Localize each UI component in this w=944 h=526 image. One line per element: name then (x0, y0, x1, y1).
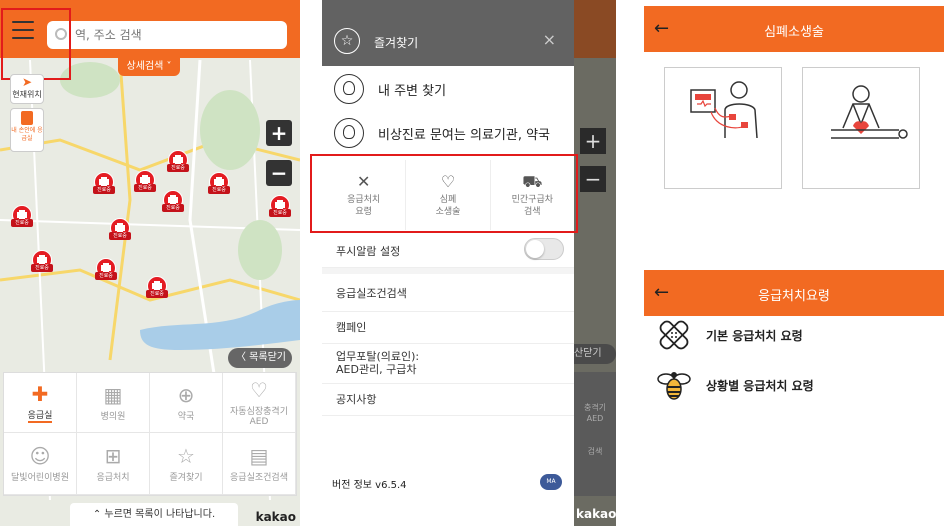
er-marker[interactable]: 진료중 (146, 276, 168, 298)
phone-icon (21, 111, 33, 125)
grid-item-pharmacy[interactable]: ⊕ 약국 (150, 373, 223, 433)
zoom-in-button[interactable]: + (266, 120, 292, 146)
person-pin-icon (334, 74, 364, 104)
category-grid-dimmed: 충격기 AED 검색 (574, 372, 616, 496)
zoom-out-button[interactable]: − (266, 160, 292, 186)
close-list-button[interactable]: 〈 목록닫기 (228, 348, 292, 368)
grid-label: 병의원 (100, 412, 126, 422)
side-drawer: ☆ 즐겨찾기 × 내 주변 찾기 비상진료 문여는 의료기관, 약국 ✕ 응급처치… (322, 0, 574, 526)
grid-item-firstaid[interactable]: ⊞ 응급처치 (77, 433, 150, 495)
firstaid-situational-label: 상황별 응급처치 요령 (706, 378, 814, 393)
menu-notice[interactable]: 공지사항 (322, 384, 574, 416)
grid-label: 자동심장충격기 AED (230, 407, 288, 427)
er-marker[interactable]: 진료중 (11, 205, 33, 227)
highlight-box (310, 154, 578, 233)
cpr-card-compression[interactable] (802, 67, 920, 189)
detail-search-tab[interactable]: 상세검색 ˅ (118, 58, 180, 76)
grid-item-moon-hospital[interactable]: ☺ 달빛어린이병원 (4, 433, 77, 495)
divider (322, 268, 574, 274)
detail-search-label: 상세검색 (126, 61, 164, 72)
grid-label: 응급실 (27, 408, 53, 423)
firstaid-kit-icon: ⊞ (104, 444, 122, 468)
person-pin-icon (334, 118, 364, 148)
chest-compression-icon (831, 85, 908, 139)
location-arrow-icon: ➤ (21, 75, 33, 89)
grid-item-hospital[interactable]: ▦ 병의원 (77, 373, 150, 433)
drawer-screen: + − 산닫기 충격기 AED 검색 kakao ☆ 즐겨찾기 × 내 주변 찾… (322, 0, 616, 526)
menu-portal[interactable]: 업무포탈(의료인): AED관리, 구급차 (322, 344, 574, 384)
er-marker[interactable]: 진료중 (167, 150, 189, 172)
kakao-logo: kakao (576, 507, 616, 521)
grid-label: 약국 (177, 412, 195, 422)
current-location-label: 현재위치 (12, 90, 42, 99)
push-label: 푸시알람 설정 (336, 245, 401, 258)
pharmacy-icon: ⊕ (177, 383, 195, 407)
firstaid-header: ← 응급처치요령 (644, 270, 944, 316)
screenshot-root: 상세검색 ˅ ➤ 현재위치 내 손안에 응급실 + − 진료중 진료중 진료중 … (0, 0, 944, 526)
cpr-header: ← 심폐소생술 (644, 6, 944, 52)
search-input[interactable] (75, 25, 275, 45)
drawer-item-label: 내 주변 찾기 (378, 83, 447, 99)
grid-item-aed[interactable]: ♡ 자동심장충격기 AED (223, 373, 296, 433)
cpr-title: 심폐소생술 (764, 25, 824, 40)
cpr-and-firstaid-screens: ← 심폐소생술 ← 응급처치요령 기본 응급처치 요령 상황별 응급처치 요령 (644, 0, 944, 526)
cpr-card-aed[interactable] (664, 67, 782, 189)
er-marker[interactable]: 진료중 (134, 170, 156, 192)
ma-badge-icon: MA (540, 474, 562, 490)
hand-er-label: 내 손안에 응급실 (11, 127, 43, 142)
current-location-button[interactable]: ➤ 현재위치 (10, 74, 44, 104)
er-marker[interactable]: 진료중 (269, 195, 291, 217)
hand-er-button[interactable]: 내 손안에 응급실 (10, 108, 44, 152)
zoom-in-button: + (580, 128, 606, 154)
map-screen: 상세검색 ˅ ➤ 현재위치 내 손안에 응급실 + − 진료중 진료중 진료중 … (0, 0, 300, 526)
grid-item-er[interactable]: ✚ 응급실 (4, 373, 77, 433)
grid-label: 달빛어린이병원 (11, 473, 69, 483)
zoom-out-button: − (580, 166, 606, 192)
star-icon: ☆ (177, 444, 195, 468)
firstaid-basic[interactable]: 기본 응급처치 요령 (656, 317, 936, 353)
er-marker[interactable]: 진료중 (109, 218, 131, 240)
category-grid: ✚ 응급실 ▦ 병의원 ⊕ 약국 ♡ 자동심장충격기 AED ☺ 달빛어린이병원 ⊞ 응급처… (3, 372, 297, 496)
list-toggle-hint[interactable]: ⌃ 누르면 목록이 나타납니다. (70, 503, 238, 526)
bandage-icon (659, 320, 689, 350)
grid-label: 응급실조건검색 (230, 473, 288, 483)
version-info: 버전 정보 v6.5.4 (332, 480, 407, 491)
moon-child-icon: ☺ (29, 444, 51, 468)
menu-campaign[interactable]: 캠페인 (322, 312, 574, 344)
grid-item-favorites[interactable]: ☆ 즐겨찾기 (150, 433, 223, 495)
er-marker[interactable]: 진료중 (93, 172, 115, 194)
drawer-header: ☆ 즐겨찾기 × (322, 0, 574, 66)
grid-label: 응급처치 (96, 473, 130, 483)
drawer-item-label: 비상진료 문여는 의료기관, 약국 (378, 127, 551, 143)
er-marker[interactable]: 진료중 (162, 190, 184, 212)
close-list-button-dimmed: 산닫기 (574, 344, 616, 364)
aed-person-icon (690, 81, 758, 139)
drawer-title[interactable]: 즐겨찾기 (374, 34, 418, 51)
bee-icon (657, 372, 691, 400)
push-setting-row: 푸시알람 설정 (322, 232, 574, 268)
er-marker[interactable]: 진료중 (208, 172, 230, 194)
firstaid-situational[interactable]: 상황별 응급처치 요령 (656, 367, 936, 403)
er-marker[interactable]: 진료중 (31, 250, 53, 272)
grid-label: 즐겨찾기 (169, 473, 203, 483)
hospital-icon: ▦ (103, 383, 123, 407)
condition-search-icon: ▤ (249, 444, 269, 468)
drawer-item-emergency-open[interactable]: 비상진료 문여는 의료기관, 약국 (334, 116, 574, 150)
push-toggle[interactable] (524, 238, 564, 260)
highlight-box (1, 8, 71, 80)
search-box[interactable] (47, 21, 287, 49)
kakao-logo: kakao (255, 510, 296, 524)
firstaid-basic-label: 기본 응급처치 요령 (706, 328, 803, 343)
menu-condition-search[interactable]: 응급실조건검색 (322, 276, 574, 312)
grid-item-condition-search[interactable]: ▤ 응급실조건검색 (223, 433, 296, 495)
firstaid-title: 응급처치요령 (758, 289, 830, 304)
24h-cross-icon: ✚ (31, 382, 49, 406)
drawer-item-nearby[interactable]: 내 주변 찾기 (334, 72, 574, 106)
close-icon[interactable]: × (543, 30, 556, 49)
star-icon: ☆ (334, 28, 360, 54)
aed-heart-icon: ♡ (250, 378, 268, 402)
er-marker[interactable]: 진료중 (95, 258, 117, 280)
